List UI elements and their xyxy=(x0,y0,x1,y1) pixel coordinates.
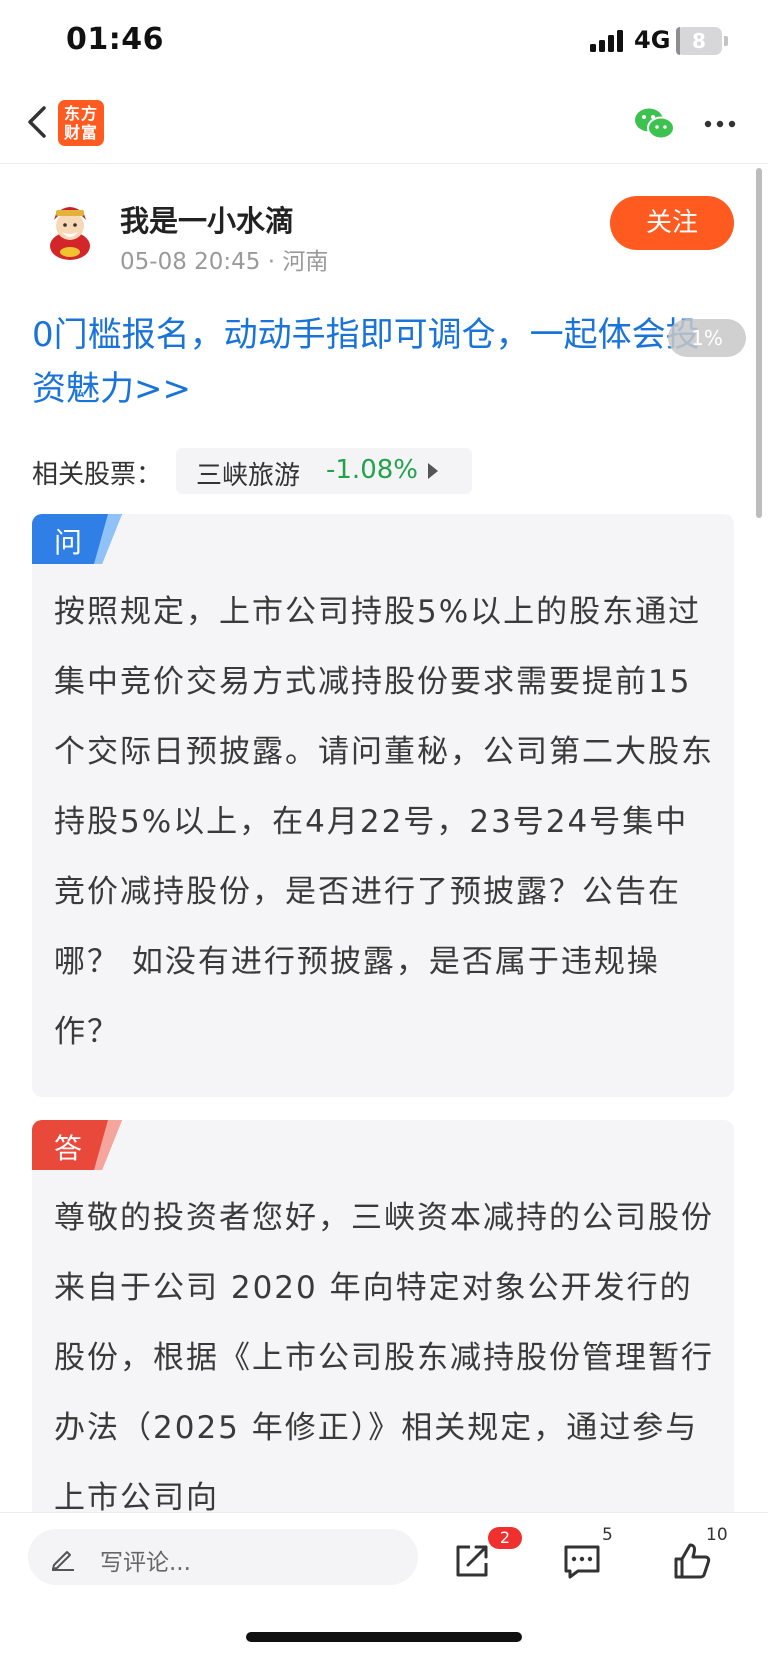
answer-badge: 答 xyxy=(54,1132,83,1165)
comment-icon[interactable] xyxy=(560,1539,604,1583)
stock-chip[interactable]: 三峡旅游 -1.08% xyxy=(176,448,472,494)
play-arrow-icon xyxy=(428,463,438,479)
chevron-left-icon[interactable] xyxy=(22,102,52,142)
pencil-icon xyxy=(52,1551,74,1571)
like-count: 10 xyxy=(706,1525,728,1545)
network-label: 4G xyxy=(634,26,671,54)
status-bar: 01:46 4G 8 xyxy=(0,0,768,84)
floating-badge[interactable]: 1% xyxy=(668,319,746,357)
stock-name: 三峡旅游 xyxy=(196,461,301,491)
like-icon[interactable] xyxy=(670,1539,714,1583)
battery-level: 8 xyxy=(692,29,706,53)
logo-line-2: 财富 xyxy=(63,123,98,142)
post-meta: 05-08 20:45 · 河南 xyxy=(120,249,329,275)
author-header: 我是一小水滴 05-08 20:45 · 河南 关注 xyxy=(0,186,768,276)
status-time: 01:46 xyxy=(66,22,164,57)
promo-link[interactable]: 0门槛报名，动动手指即可调仓，一起体会投资魅力>> xyxy=(32,308,732,416)
comment-input[interactable]: 写评论... xyxy=(28,1529,418,1585)
share-icon[interactable] xyxy=(450,1539,494,1583)
author-name[interactable]: 我是一小水滴 xyxy=(120,198,294,240)
stock-change: -1.08% xyxy=(326,455,418,485)
follow-button[interactable]: 关注 xyxy=(610,196,734,250)
answer-text: 尊敬的投资者您好，三峡资本减持的公司股份来自于公司 2020 年向特定对象公开发… xyxy=(54,1200,714,1516)
nav-bar: 东方 财富 xyxy=(0,84,768,164)
home-indicator[interactable] xyxy=(246,1632,522,1642)
battery-icon: 8 xyxy=(676,27,728,55)
app-logo: 东方 财富 xyxy=(58,100,104,146)
question-badge: 问 xyxy=(54,526,83,559)
share-badge: 2 xyxy=(488,1527,522,1549)
related-stocks-label: 相关股票： xyxy=(32,460,163,490)
wechat-icon[interactable] xyxy=(634,106,676,142)
avatar[interactable] xyxy=(36,196,104,264)
more-dots-icon[interactable] xyxy=(704,120,736,128)
comment-placeholder: 写评论... xyxy=(100,1550,191,1576)
question-text: 按照规定，上市公司持股5%以上的股东通过集中竞价交易方式减持股份要求需要提前15… xyxy=(54,594,714,1050)
signal-icon xyxy=(590,30,626,52)
question-card: 问 按照规定，上市公司持股5%以上的股东通过集中竞价交易方式减持股份要求需要提前… xyxy=(32,514,734,1097)
logo-line-1: 东方 xyxy=(63,104,98,123)
comment-count: 5 xyxy=(602,1525,613,1545)
